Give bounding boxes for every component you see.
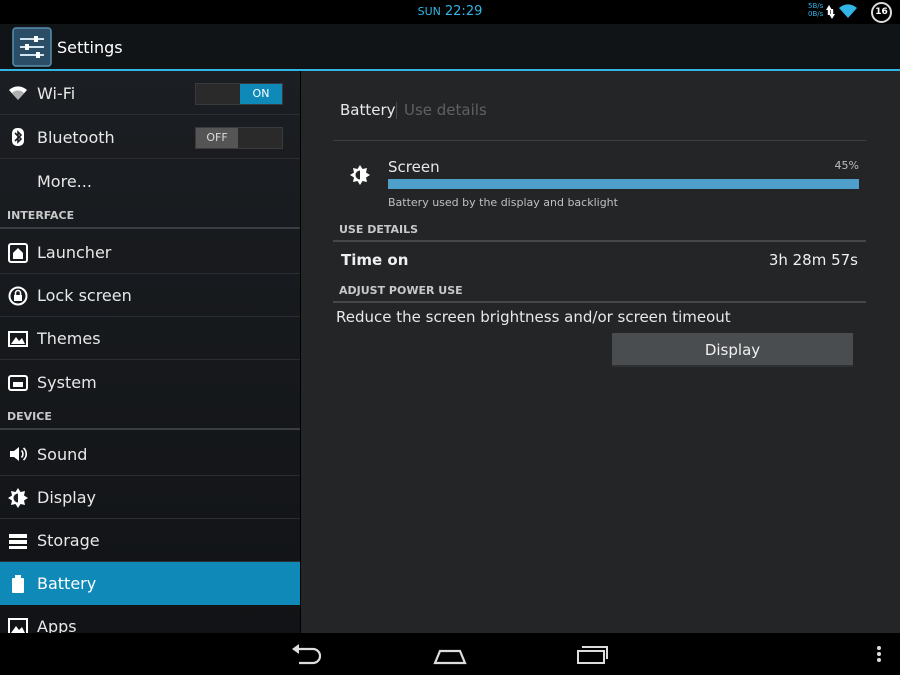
sidebar-item-battery[interactable]: Battery (0, 562, 300, 605)
sidebar-item-display[interactable]: Display (0, 476, 300, 519)
overflow-menu-icon[interactable] (874, 641, 884, 671)
tab-battery[interactable]: Battery (340, 101, 396, 119)
section-header-label: DEVICE (7, 410, 52, 423)
wifi-signal-icon (839, 4, 857, 18)
sidebar-item-label: System (37, 373, 97, 392)
sidebar-item-label: Storage (37, 531, 100, 550)
sidebar-item-label: Themes (37, 329, 101, 348)
sidebar-item-more[interactable]: More... (0, 159, 300, 202)
action-bar (0, 24, 900, 70)
adjust-power-text: Reduce the screen brightness and/or scre… (336, 308, 731, 326)
back-icon[interactable] (289, 641, 323, 671)
sidebar-item-system[interactable]: System (0, 360, 300, 404)
wifi-icon (8, 84, 28, 104)
bluetooth-toggle[interactable]: OFF (195, 127, 283, 149)
sidebar-item-themes[interactable]: Themes (0, 317, 300, 360)
section-header-label: INTERFACE (7, 209, 75, 222)
usage-progress-fill (388, 179, 859, 189)
sidebar-item-bluetooth[interactable]: Bluetooth OFF (0, 115, 300, 159)
home-icon[interactable] (432, 641, 468, 671)
toggle-label: ON (240, 84, 282, 104)
speaker-icon (8, 444, 28, 464)
section-header-adjust-power: ADJUST POWER USE (333, 281, 866, 303)
sidebar-item-wifi[interactable]: Wi-Fi ON (0, 71, 300, 115)
sidebar-item-label: Bluetooth (37, 128, 115, 147)
sidebar-item-lock-screen[interactable]: Lock screen (0, 274, 300, 317)
net-up: 5B/s (808, 2, 824, 10)
sidebar-item-label: More... (37, 172, 92, 191)
sidebar-item-label: Wi-Fi (37, 84, 76, 103)
storage-icon (8, 531, 28, 551)
section-header-use-details: USE DETAILS (333, 220, 866, 242)
section-header-label: ADJUST POWER USE (339, 284, 463, 297)
usage-percent: 45% (834, 159, 859, 172)
status-icons (826, 3, 866, 25)
recents-icon[interactable] (575, 641, 609, 671)
sidebar-item-label: Launcher (37, 243, 112, 262)
time-on-value: 3h 28m 57s (768, 251, 858, 269)
status-bar: SUN 22:29 5B/s 0B/s 16 (0, 0, 900, 24)
battery-level-indicator: 16 (871, 2, 892, 23)
bluetooth-icon (8, 127, 28, 147)
sidebar-item-label: Apps (37, 617, 77, 633)
navigation-bar (0, 633, 900, 675)
data-activity-icon (826, 5, 835, 19)
tab-use-details[interactable]: Use details (404, 101, 487, 119)
brightness-icon (350, 165, 370, 185)
toggle-label: OFF (196, 128, 238, 148)
apps-icon (8, 617, 28, 633)
brightness-icon (8, 488, 28, 508)
wifi-toggle[interactable]: ON (195, 83, 283, 105)
lock-icon (8, 286, 28, 306)
themes-icon (8, 329, 28, 349)
settings-sidebar[interactable]: Wi-Fi ON Bluetooth OFF More... INTERFACE… (0, 71, 300, 633)
home-icon (8, 243, 28, 263)
sidebar-item-label: Lock screen (37, 286, 132, 305)
sidebar-item-apps[interactable]: Apps (0, 605, 300, 633)
status-clock: SUN 22:29 (0, 4, 900, 19)
sidebar-item-storage[interactable]: Storage (0, 519, 300, 562)
status-time: 22:29 (444, 4, 483, 19)
sidebar-item-label: Battery (37, 574, 97, 593)
section-header-device: DEVICE (0, 406, 300, 430)
sidebar-item-launcher[interactable]: Launcher (0, 231, 300, 274)
status-day: SUN (417, 5, 441, 18)
display-settings-button[interactable]: Display (612, 333, 853, 367)
app-title: Settings (57, 38, 123, 57)
usage-item-subtitle: Battery used by the display and backligh… (388, 196, 618, 209)
net-down: 0B/s (808, 10, 824, 18)
section-header-interface: INTERFACE (0, 205, 300, 229)
network-speed: 5B/s 0B/s (808, 2, 823, 18)
tab-separator (396, 102, 397, 119)
sidebar-item-label: Sound (37, 445, 88, 464)
settings-sliders-icon[interactable] (12, 27, 52, 67)
battery-detail-panel: Battery Use details Screen 45% Battery u… (301, 71, 900, 633)
usage-progress-bar (388, 179, 859, 189)
battery-icon (8, 574, 28, 594)
divider (333, 140, 866, 141)
sidebar-item-label: Display (37, 488, 96, 507)
section-header-label: USE DETAILS (339, 223, 419, 236)
sidebar-item-sound[interactable]: Sound (0, 432, 300, 476)
time-on-label: Time on (341, 251, 409, 269)
system-icon (8, 373, 28, 393)
usage-item-label: Screen (388, 158, 440, 176)
